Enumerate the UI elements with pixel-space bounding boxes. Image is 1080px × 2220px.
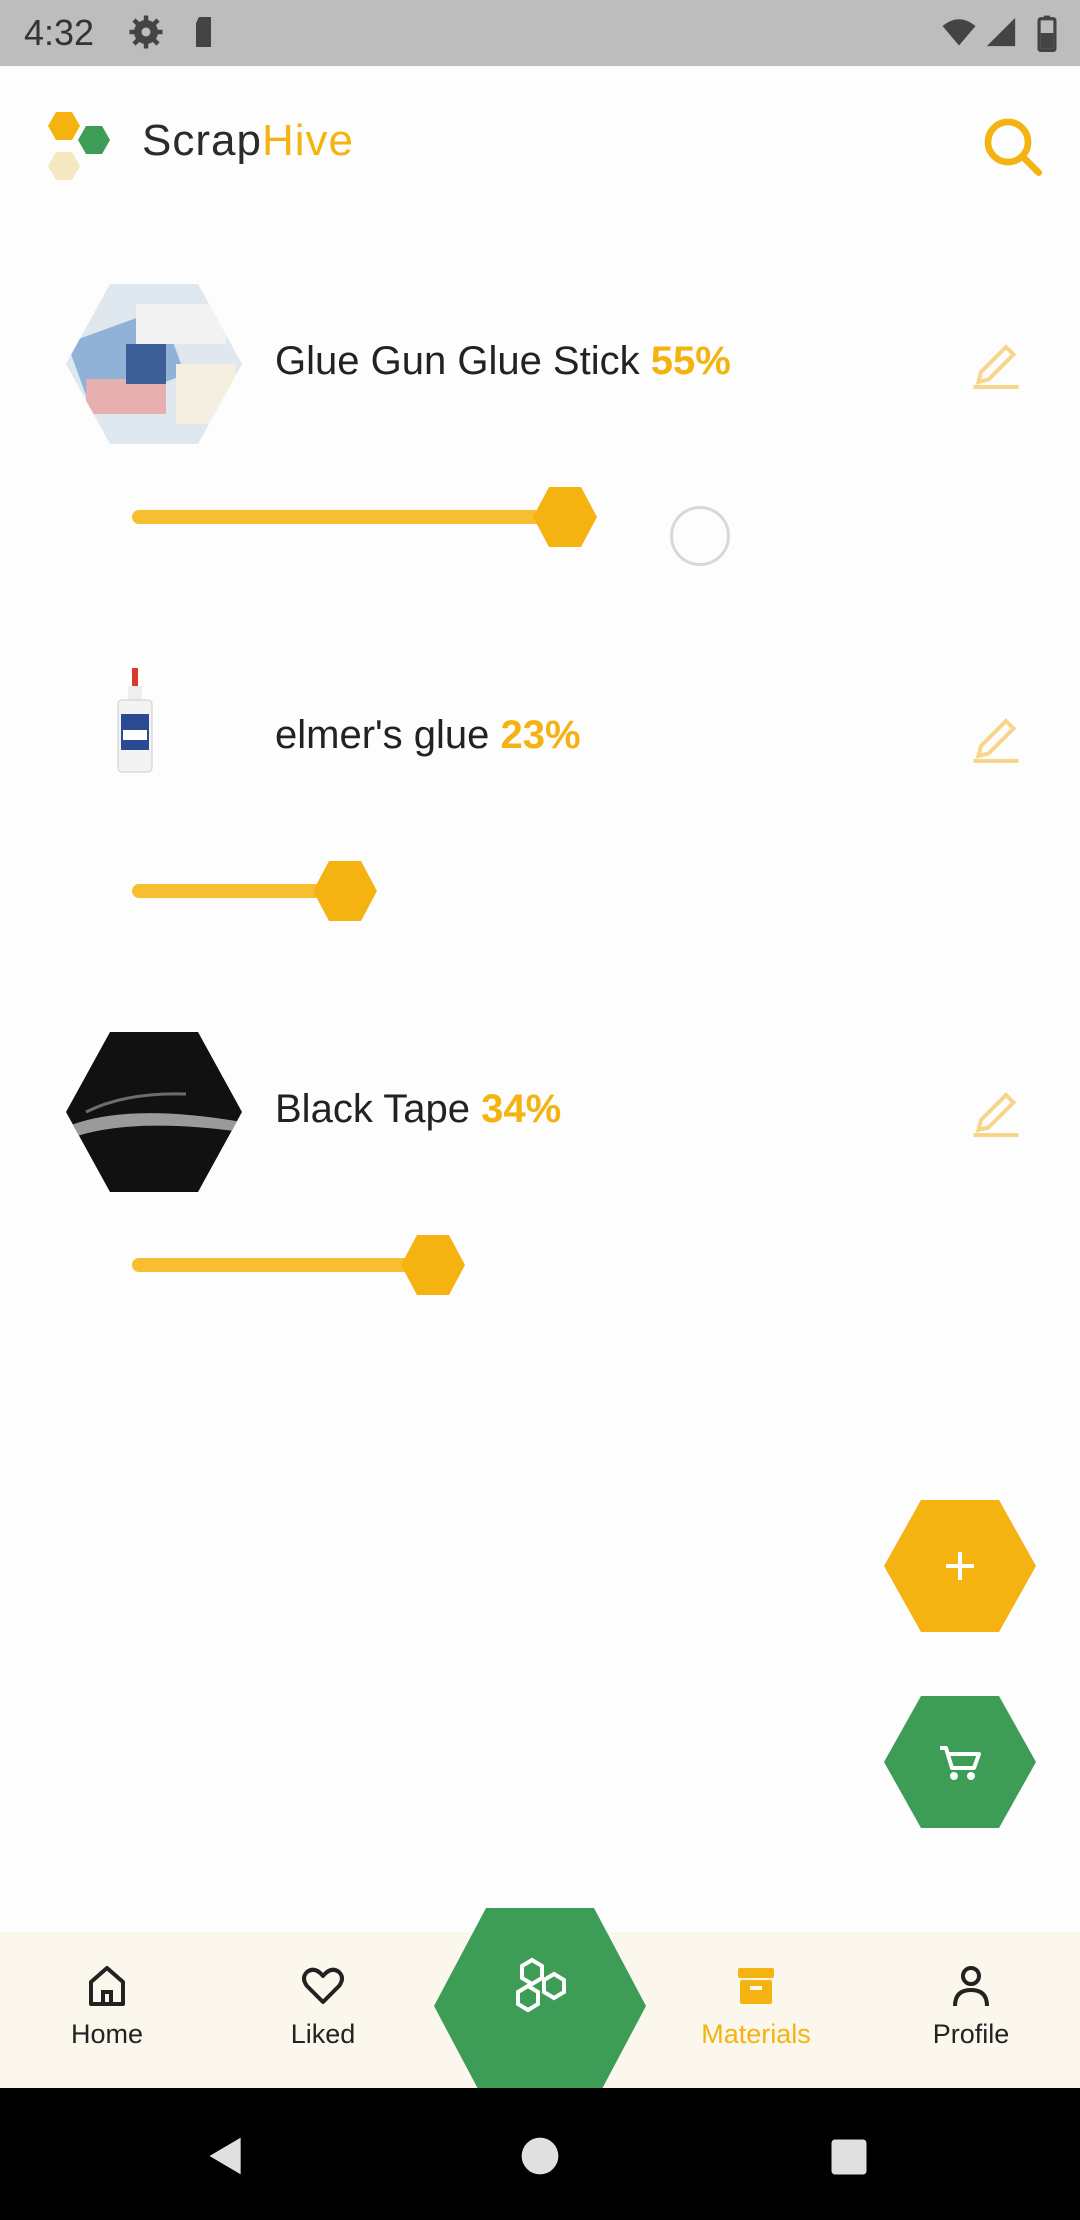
app-title: ScrapHive bbox=[142, 116, 354, 166]
material-level-slider[interactable] bbox=[132, 510, 572, 524]
material-item: Black Tape 34% bbox=[0, 1032, 1080, 1392]
scraphive-logo bbox=[48, 112, 110, 180]
nav-profile-label: Profile bbox=[932, 2019, 1010, 2049]
nav-materials[interactable]: Materials bbox=[681, 1962, 831, 2050]
status-bar: 4:32 bbox=[0, 0, 1080, 66]
app-title-hive: Hive bbox=[261, 116, 354, 165]
wifi-icon bbox=[942, 19, 976, 46]
battery-icon bbox=[1037, 15, 1057, 52]
material-name: Glue Gun Glue Stick 55% bbox=[275, 339, 731, 384]
edit-icon[interactable] bbox=[966, 332, 1026, 392]
edit-icon[interactable] bbox=[966, 1080, 1026, 1140]
nav-materials-label: Materials bbox=[701, 2019, 811, 2049]
person-icon bbox=[953, 1966, 989, 2007]
material-level-slider[interactable] bbox=[132, 1258, 436, 1272]
edit-icon[interactable] bbox=[966, 706, 1026, 766]
material-thumbnail[interactable] bbox=[66, 658, 242, 818]
nav-home-label: Home bbox=[70, 2019, 144, 2049]
recents-icon[interactable] bbox=[828, 2136, 870, 2178]
material-percent: 34% bbox=[481, 1087, 562, 1131]
nav-profile[interactable]: Profile bbox=[896, 1962, 1046, 2050]
nav-liked-label: Liked bbox=[290, 2019, 356, 2049]
material-name-text: elmer's glue bbox=[275, 713, 490, 757]
add-material-button[interactable] bbox=[882, 1498, 1038, 1634]
system-navigation-bar bbox=[0, 2088, 1080, 2220]
app-bar: ScrapHive bbox=[0, 66, 1080, 216]
material-item: elmer's glue 23% bbox=[0, 658, 1080, 1018]
search-icon[interactable] bbox=[980, 114, 1044, 178]
box-icon bbox=[738, 1968, 774, 2004]
material-percent: 23% bbox=[500, 713, 581, 757]
slider-thumb[interactable] bbox=[312, 858, 378, 924]
slider-thumb[interactable] bbox=[532, 484, 598, 550]
material-name: elmer's glue 23% bbox=[275, 713, 581, 758]
shopping-cart-button[interactable] bbox=[882, 1694, 1038, 1830]
nav-liked[interactable]: Liked bbox=[248, 1962, 398, 2050]
nav-home[interactable]: Home bbox=[32, 1962, 182, 2050]
app-title-scrap: Scrap bbox=[142, 116, 262, 165]
heart-icon bbox=[302, 1967, 344, 2004]
sd-card-icon bbox=[196, 17, 211, 47]
hive-center-button[interactable] bbox=[432, 1906, 648, 2106]
material-item: Glue Gun Glue Stick 55% bbox=[0, 284, 1080, 644]
material-name: Black Tape 34% bbox=[275, 1087, 561, 1132]
settings-icon bbox=[129, 15, 163, 49]
slider-thumb[interactable] bbox=[400, 1232, 466, 1298]
material-thumbnail[interactable] bbox=[66, 284, 242, 444]
status-time: 4:32 bbox=[24, 12, 95, 53]
signal-icon bbox=[986, 17, 1016, 47]
home-icon bbox=[89, 1966, 125, 2006]
material-name-text: Glue Gun Glue Stick bbox=[275, 339, 640, 383]
material-name-text: Black Tape bbox=[275, 1087, 470, 1131]
material-percent: 55% bbox=[650, 339, 731, 383]
material-thumbnail[interactable] bbox=[66, 1032, 242, 1192]
back-icon[interactable] bbox=[204, 2134, 248, 2178]
home-circle-icon[interactable] bbox=[518, 2134, 562, 2178]
slider-touch-ripple bbox=[670, 506, 730, 566]
